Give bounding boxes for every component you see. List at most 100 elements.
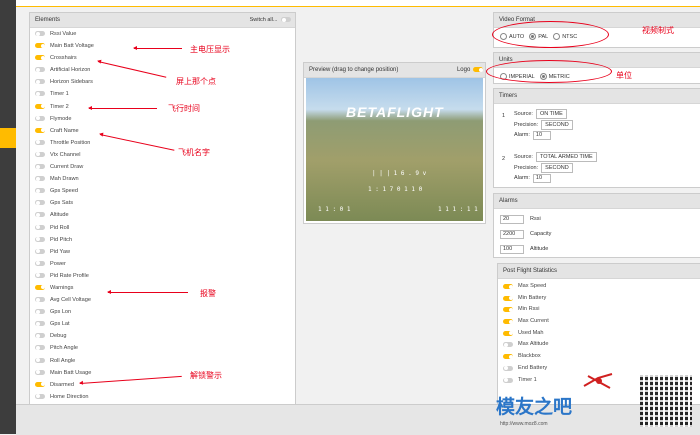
element-label: Main Batt Voltage — [50, 43, 94, 50]
stat-toggle[interactable] — [503, 284, 513, 289]
element-label: Crosshairs — [50, 55, 77, 62]
element-toggle[interactable] — [35, 284, 45, 290]
osd-preview-image[interactable]: BETAFLIGHT | | | 1 6 . 9 v 1 : 1 7 0 1 1… — [306, 78, 483, 221]
element-row[interactable]: Rssi Value — [30, 28, 295, 40]
stat-row[interactable]: Used Mah — [498, 328, 700, 340]
element-row[interactable]: Gps Lat — [30, 318, 295, 330]
timer-source-select[interactable]: TOTAL ARMED TIME — [535, 152, 597, 162]
element-toggle[interactable] — [35, 393, 45, 399]
element-toggle[interactable] — [35, 31, 45, 36]
stat-toggle[interactable] — [503, 307, 513, 313]
element-toggle[interactable] — [35, 103, 45, 109]
stat-row[interactable]: Min Battery — [498, 293, 700, 305]
element-toggle[interactable] — [35, 212, 45, 218]
stat-label: Timer 1 — [518, 376, 537, 383]
element-toggle[interactable] — [35, 176, 45, 182]
element-row[interactable]: Artificial Horizon — [30, 64, 295, 76]
element-toggle[interactable] — [35, 333, 45, 339]
element-row[interactable]: Pid Yaw — [30, 246, 295, 258]
element-label: Debug — [50, 333, 67, 340]
element-row[interactable]: Timer 2 — [30, 101, 295, 113]
element-row[interactable]: Gps Speed — [30, 185, 295, 197]
element-row[interactable]: Altitude — [30, 209, 295, 221]
element-toggle[interactable] — [35, 260, 45, 266]
element-toggle[interactable] — [35, 309, 45, 315]
element-toggle[interactable] — [35, 224, 45, 230]
stat-row[interactable]: Max Altitude — [498, 339, 700, 351]
timer-precision-select[interactable]: SECOND — [541, 120, 573, 130]
stat-row[interactable]: Min Rssi — [498, 304, 700, 316]
stat-toggle[interactable] — [503, 319, 513, 325]
element-toggle[interactable] — [35, 127, 45, 133]
timer-source-select[interactable]: ON TIME — [535, 109, 567, 119]
element-row[interactable]: Pid Rate Profile — [30, 270, 295, 282]
element-toggle[interactable] — [35, 272, 45, 278]
switch-all-switch[interactable] — [281, 17, 291, 22]
element-toggle[interactable] — [35, 188, 45, 194]
stat-label: Max Speed — [518, 283, 547, 289]
element-toggle[interactable] — [35, 43, 45, 49]
stat-row[interactable]: Max Speed — [498, 281, 700, 293]
timer-precision-select[interactable]: SECOND — [541, 163, 573, 173]
element-row[interactable]: Avg Cell Voltage — [30, 294, 295, 306]
element-toggle[interactable] — [35, 369, 45, 375]
stat-toggle[interactable] — [503, 365, 513, 371]
element-row[interactable]: Debug — [30, 330, 295, 342]
stat-row[interactable]: Max Current — [498, 316, 700, 328]
timer-alarm-input[interactable]: 10 — [532, 131, 551, 140]
element-toggle[interactable] — [35, 55, 45, 61]
element-row[interactable]: Timer 1 — [30, 88, 295, 100]
element-row[interactable]: Crosshairs — [30, 52, 295, 64]
element-label: Home Direction — [50, 393, 89, 400]
stat-toggle[interactable] — [503, 295, 513, 301]
element-row[interactable]: Gps Lon — [30, 306, 295, 318]
element-row[interactable]: Vtx Channel — [30, 149, 295, 161]
element-toggle[interactable] — [35, 381, 45, 387]
logo-switch[interactable] — [473, 67, 483, 72]
stat-toggle[interactable] — [503, 330, 513, 336]
element-toggle[interactable] — [35, 236, 45, 242]
element-toggle[interactable] — [35, 79, 45, 85]
timer-alarm-input[interactable]: 10 — [532, 174, 551, 183]
stat-toggle[interactable] — [503, 342, 513, 348]
element-toggle[interactable] — [35, 91, 45, 97]
element-row[interactable]: Mah Drawn — [30, 173, 295, 185]
timer-block: 2 Source: TOTAL ARMED TIME Precision: SECOND… — [494, 152, 700, 190]
logo-toggle[interactable]: Logo — [457, 63, 483, 77]
element-toggle[interactable] — [35, 357, 45, 363]
element-toggle[interactable] — [35, 151, 45, 157]
element-row[interactable]: Home Direction — [30, 391, 295, 403]
alarm-value-input[interactable]: 2200 — [500, 230, 524, 239]
element-toggle[interactable] — [35, 345, 45, 351]
stat-toggle[interactable] — [503, 354, 513, 360]
element-row[interactable]: Roll Angle — [30, 355, 295, 367]
switch-all-toggle[interactable]: Switch all... — [250, 13, 291, 27]
element-row[interactable]: Gps Sats — [30, 197, 295, 209]
element-toggle[interactable] — [35, 115, 45, 121]
element-row[interactable]: Current Draw — [30, 161, 295, 173]
element-toggle[interactable] — [35, 67, 45, 73]
element-toggle[interactable] — [35, 139, 45, 145]
element-row[interactable]: Flymode — [30, 113, 295, 125]
element-row[interactable]: Pid Pitch — [30, 234, 295, 246]
element-toggle[interactable] — [35, 200, 45, 206]
left-nav-strip — [0, 0, 16, 434]
element-row[interactable]: Power — [30, 258, 295, 270]
element-row[interactable]: Pitch Angle — [30, 342, 295, 354]
element-row[interactable]: Horizon Sidebars — [30, 76, 295, 88]
alarm-value-input[interactable]: 100 — [500, 245, 524, 254]
alarm-row: 20 Rssi — [494, 212, 700, 227]
element-toggle[interactable] — [35, 164, 45, 170]
stat-toggle[interactable] — [503, 377, 513, 383]
timers-panel: Timers 1 Source: ON TIME Precision: SECOND Al… — [493, 88, 700, 188]
stat-row[interactable]: Blackbox — [498, 351, 700, 363]
element-row[interactable]: Main Batt Voltage — [30, 40, 295, 52]
element-toggle[interactable] — [35, 297, 45, 303]
element-row[interactable]: Disarmed — [30, 379, 295, 391]
alarm-value-input[interactable]: 20 — [500, 215, 524, 224]
element-row[interactable]: Craft Name — [30, 125, 295, 137]
stat-label: Max Current — [518, 318, 549, 325]
element-row[interactable]: Pid Roll — [30, 222, 295, 234]
element-toggle[interactable] — [35, 248, 45, 254]
element-toggle[interactable] — [35, 321, 45, 327]
